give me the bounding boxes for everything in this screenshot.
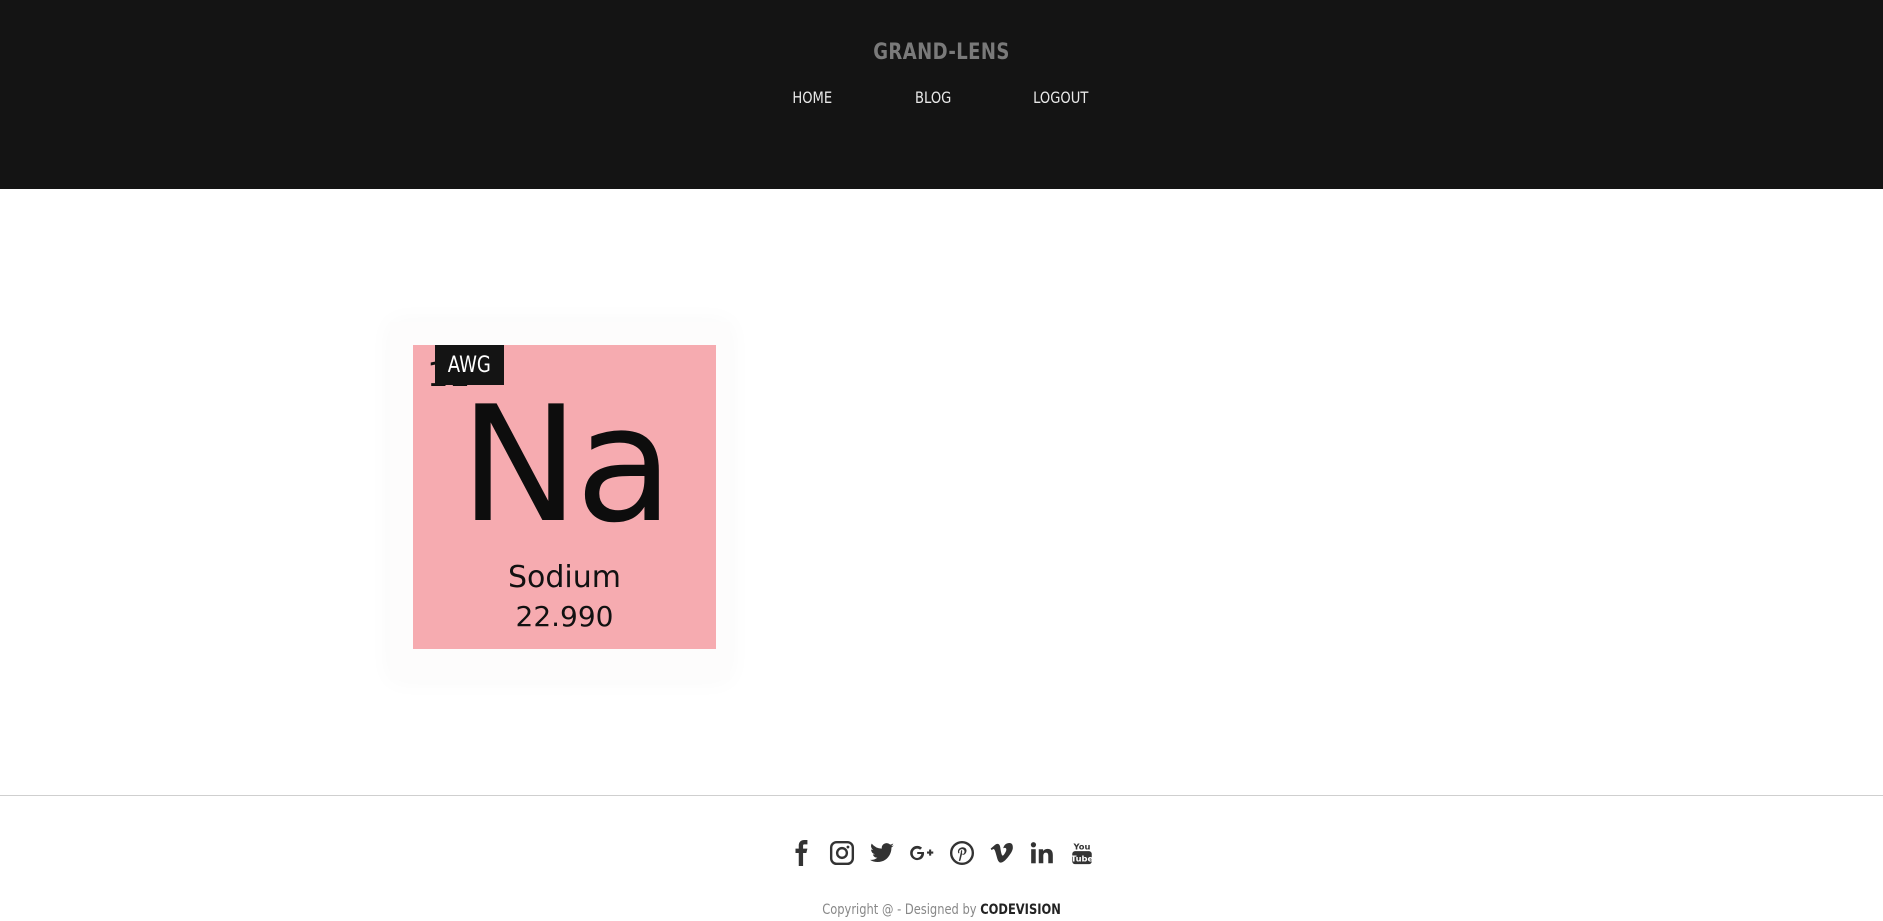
nav-home[interactable]: HOME bbox=[768, 88, 857, 107]
svg-text:You: You bbox=[1072, 841, 1090, 851]
footer-divider bbox=[0, 795, 1883, 796]
instagram-icon[interactable] bbox=[828, 838, 856, 868]
copyright-text: Copyright @ - Designed by bbox=[822, 902, 977, 918]
gallery-card[interactable]: 11 Na Sodium 22.990 AWG bbox=[390, 322, 730, 680]
linkedin-icon[interactable] bbox=[1028, 838, 1056, 868]
designer-link[interactable]: CODEVISION bbox=[980, 902, 1061, 918]
copyright: Copyright @ - Designed by CODEVISION bbox=[0, 902, 1883, 918]
vimeo-icon[interactable] bbox=[988, 838, 1016, 868]
youtube-icon[interactable]: You Tube bbox=[1068, 838, 1096, 868]
svg-text:Tube: Tube bbox=[1070, 853, 1093, 863]
facebook-icon[interactable] bbox=[788, 838, 816, 868]
element-symbol: Na bbox=[459, 371, 674, 558]
nav-blog[interactable]: BLOG bbox=[890, 88, 976, 107]
category-tag[interactable]: AWG bbox=[435, 345, 504, 385]
main-nav: HOME BLOG LOGOUT bbox=[0, 88, 1883, 107]
element-name: Sodium bbox=[507, 560, 621, 595]
site-header: GRAND-LENS HOME BLOG LOGOUT bbox=[0, 0, 1883, 189]
social-links: You Tube bbox=[0, 838, 1883, 868]
twitter-icon[interactable] bbox=[868, 838, 896, 868]
nav-logout[interactable]: LOGOUT bbox=[1009, 88, 1113, 107]
pinterest-icon[interactable] bbox=[948, 838, 976, 868]
google-plus-icon[interactable] bbox=[908, 838, 936, 868]
brand-logo[interactable]: GRAND-LENS bbox=[169, 40, 1713, 65]
element-mass: 22.990 bbox=[515, 600, 614, 633]
gallery-image[interactable]: 11 Na Sodium 22.990 bbox=[413, 345, 716, 649]
